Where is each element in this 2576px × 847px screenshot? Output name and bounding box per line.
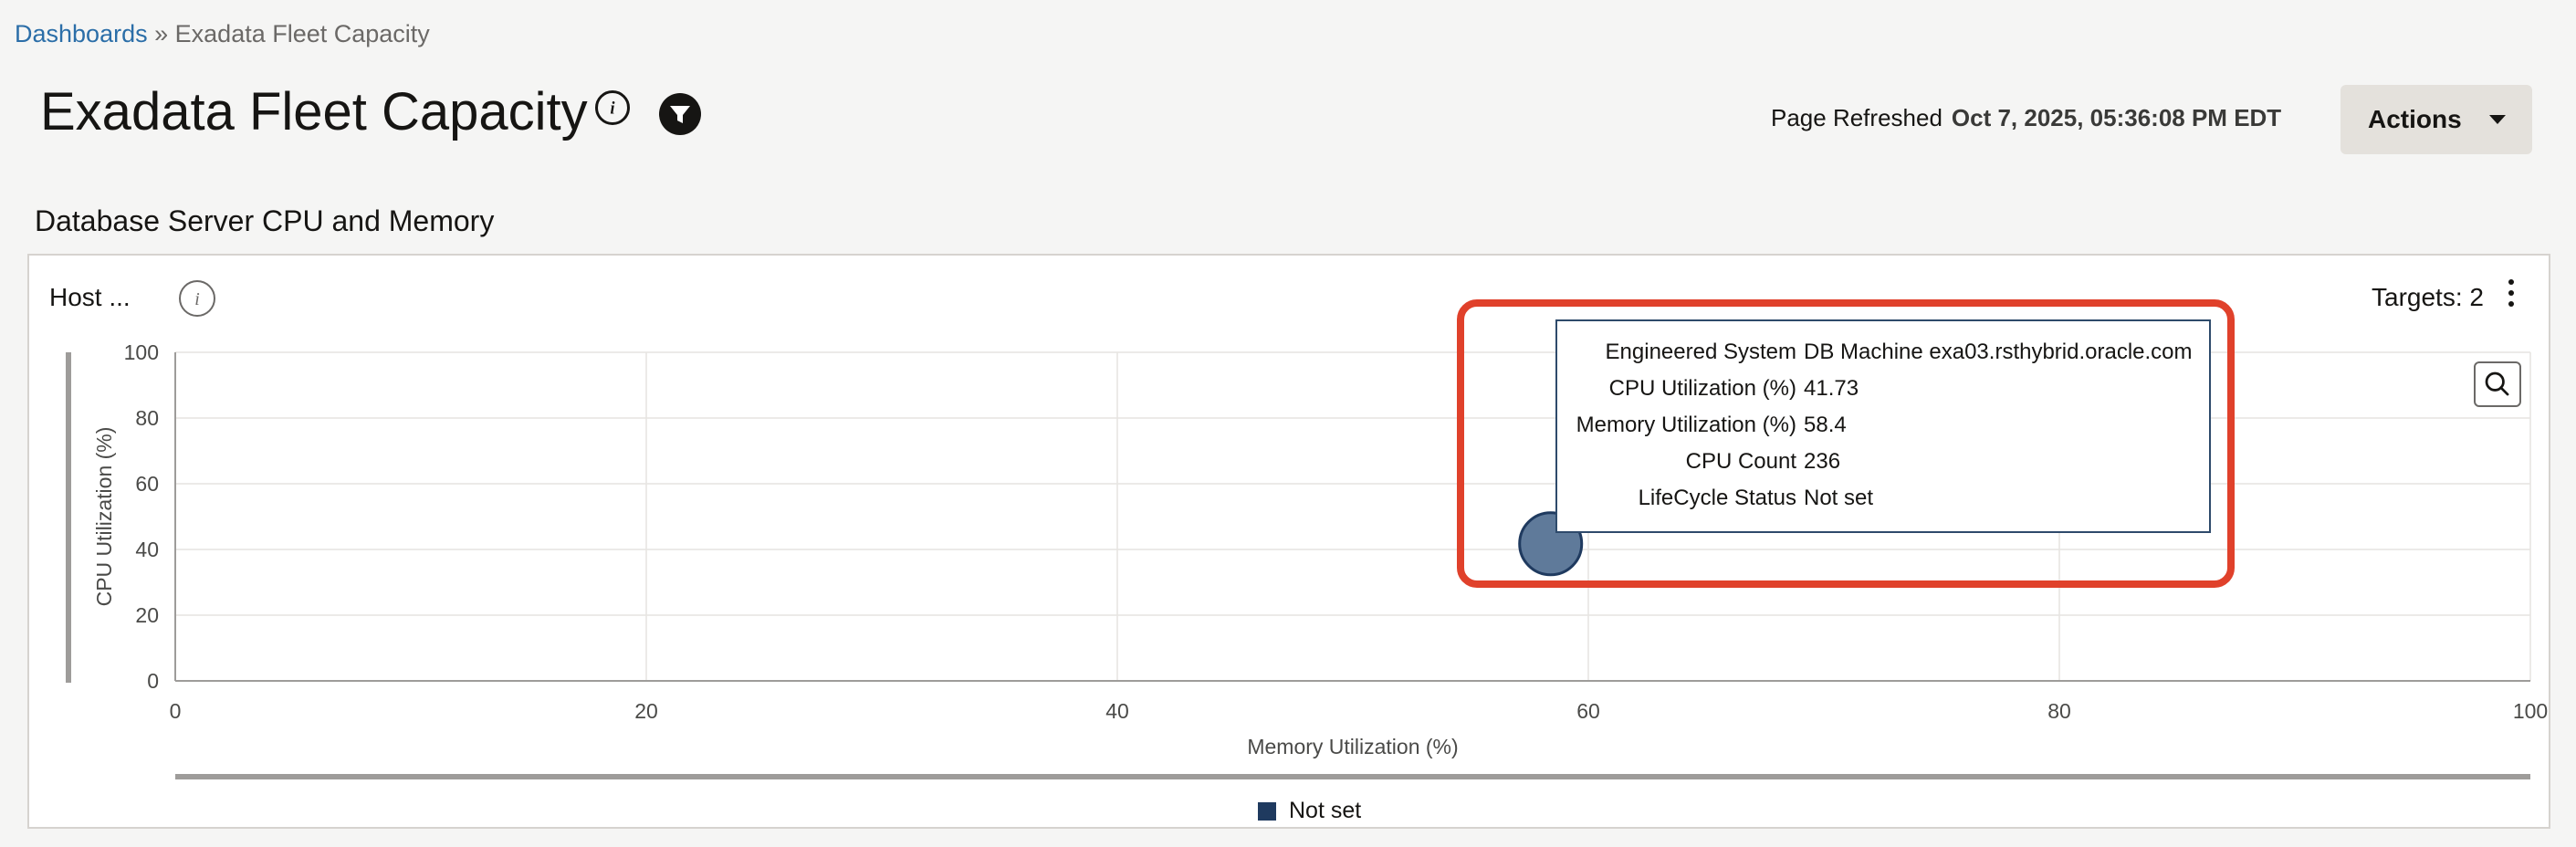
y-axis-title: CPU Utilization (%) [92,427,116,607]
tooltip-value: 58.4 [1804,413,1847,437]
x-scrollbar [175,774,2530,779]
y-tick-label: 100 [124,340,159,364]
tooltip-key: Engineered System [1605,340,1796,364]
tooltip-row: CPU Utilization (%) 41.73 [1557,376,2209,413]
y-tick-label: 20 [135,603,159,627]
tooltip-key: CPU Utilization (%) [1608,376,1796,401]
x-axis-title: Memory Utilization (%) [1247,735,1458,758]
y-tick-label: 80 [135,406,159,430]
tooltip-row: LifeCycle Status Not set [1557,486,2209,522]
y-tick-label: 60 [135,472,159,496]
y-tick-label: 40 [135,538,159,561]
x-tick-label: 100 [2513,699,2548,723]
x-tick-label: 40 [1105,699,1129,723]
tooltip-key: CPU Count [1685,449,1796,474]
legend-label: Not set [1289,798,1362,823]
data-tooltip: Engineered System DB Machine exa03.rsthyb… [1555,319,2211,533]
legend-swatch [1258,801,1276,821]
tooltip-value: DB Machine exa03.rsthybrid.oracle.com [1804,340,2193,364]
tooltip-value: 236 [1804,449,1841,474]
tooltip-key: LifeCycle Status [1638,486,1796,510]
tooltip-value: Not set [1804,486,1874,510]
x-tick-label: 0 [170,699,182,723]
tooltip-row: Engineered System DB Machine exa03.rsthyb… [1557,340,2209,376]
chart-legend[interactable]: Not set [1258,798,1361,824]
x-tick-label: 80 [2047,699,2071,723]
tooltip-value: 41.73 [1804,376,1859,401]
search-icon [2485,371,2509,396]
zoom-button[interactable] [2474,361,2521,407]
tooltip-row: Memory Utilization (%) 58.4 [1557,413,2209,449]
x-tick-label: 20 [634,699,658,723]
tooltip-row: CPU Count 236 [1557,449,2209,486]
tooltip-key: Memory Utilization (%) [1576,413,1796,437]
x-tick-label: 60 [1576,699,1600,723]
y-scrollbar [66,352,71,683]
y-tick-label: 0 [147,669,159,693]
